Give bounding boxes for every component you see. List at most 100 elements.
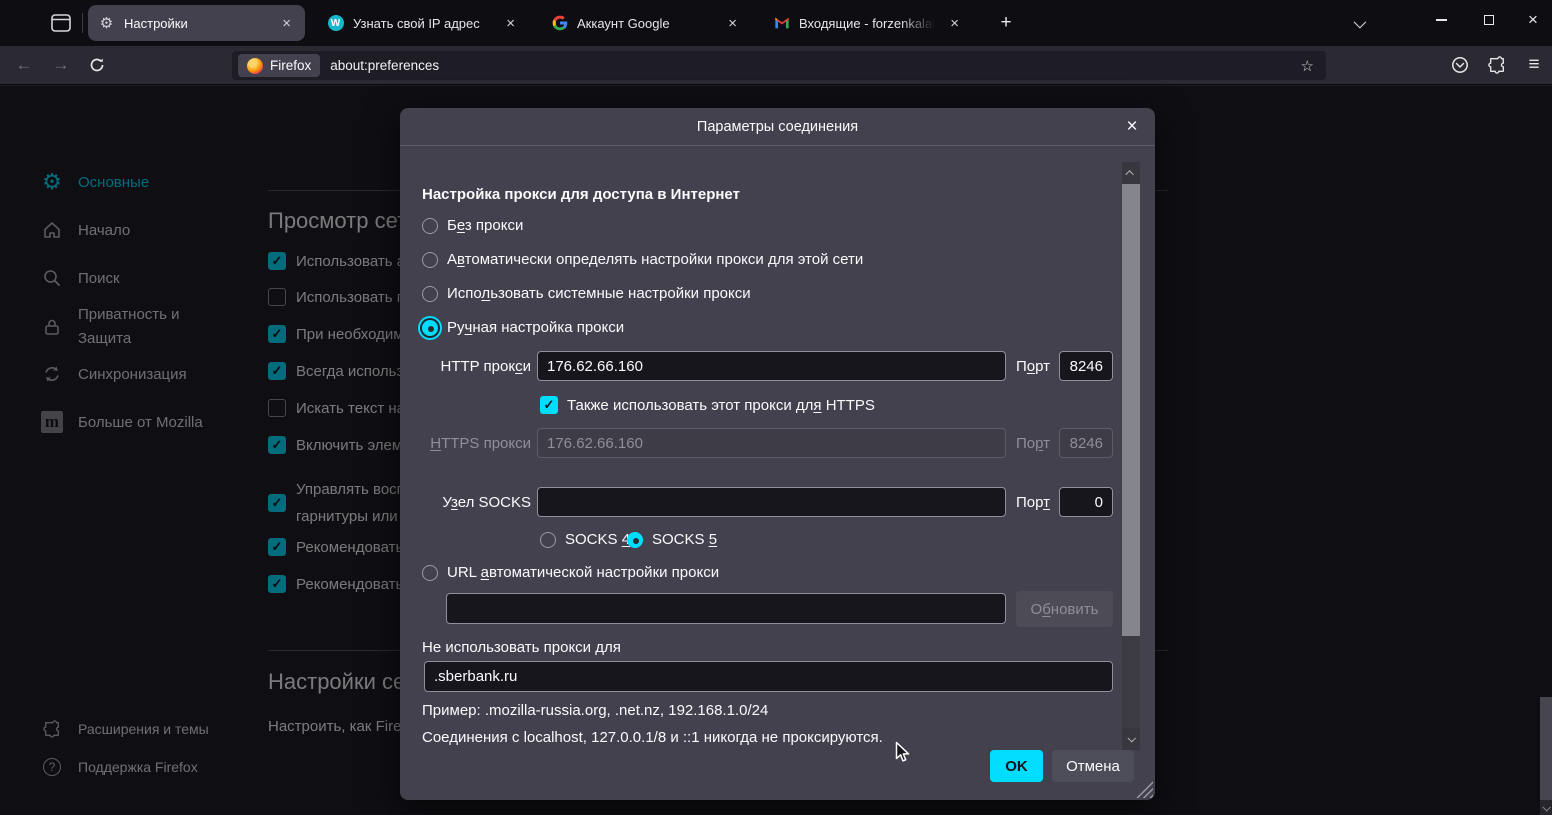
http-port-label: Порт [1016, 358, 1050, 375]
radio-label: Автоматически определять настройки прокс… [447, 251, 863, 268]
tab-bar: ⚙ Настройки × W Узнать свой IP адрес × А… [0, 0, 1552, 46]
radio-button[interactable] [422, 565, 438, 581]
tab-separator [82, 13, 83, 33]
socks-port-label: Порт [1016, 494, 1050, 511]
dialog-scrollbar-thumb[interactable] [1122, 184, 1140, 636]
pocket-button[interactable] [1444, 50, 1476, 80]
puzzle-icon [1488, 56, 1506, 74]
google-icon [551, 15, 568, 32]
window-minimize-button[interactable] [1419, 0, 1463, 40]
firefox-view-icon [51, 14, 71, 32]
no-proxy-label: Не использовать прокси для [422, 639, 621, 656]
radio-system-proxy[interactable]: Использовать системные настройки прокси [422, 285, 751, 302]
pocket-icon [1451, 56, 1469, 74]
site-identity-chip[interactable]: Firefox [238, 54, 320, 77]
chip-label: Firefox [270, 58, 311, 73]
dialog-resize-grip[interactable] [1133, 778, 1153, 798]
dialog-scrollbar[interactable] [1122, 162, 1140, 750]
tab-close-button[interactable]: × [724, 14, 741, 33]
ok-button[interactable]: OK [990, 750, 1043, 782]
tab-strip: ⚙ Настройки × W Узнать свой IP адрес × А… [88, 5, 973, 41]
page-scrollbar-thumb[interactable] [1540, 697, 1552, 800]
radio-autoconfig-url[interactable]: URL автоматической настройки прокси [422, 564, 719, 581]
scroll-up-button[interactable] [1122, 162, 1140, 184]
cancel-button[interactable]: Отмена [1052, 750, 1134, 782]
gear-icon: ⚙ [98, 15, 115, 32]
http-proxy-row: HTTP прокси Порт [422, 351, 1113, 381]
tab-gmail-inbox[interactable]: Входящие - forzenkalab@gmai × [763, 5, 973, 41]
window-close-button[interactable]: × [1511, 0, 1552, 40]
radio-label: Использовать системные настройки прокси [447, 285, 751, 302]
example-text: Пример: .mozilla-russia.org, .net.nz, 19… [422, 702, 768, 719]
tab-ip-address[interactable]: W Узнать свой IP адрес × [317, 5, 529, 41]
no-proxy-input[interactable] [424, 661, 1113, 692]
dialog-title: Параметры соединения [697, 119, 858, 135]
radio-button[interactable] [422, 252, 438, 268]
use-for-https-row[interactable]: Также использовать этот прокси для HTTPS [540, 396, 875, 414]
radio-button[interactable] [422, 286, 438, 302]
radio-label: Без прокси [447, 217, 523, 234]
tab-title: Аккаунт Google [577, 16, 716, 31]
reload-button[interactable] [81, 50, 113, 80]
radio-button[interactable] [627, 532, 643, 548]
https-proxy-input [537, 428, 1006, 458]
tab-close-button[interactable]: × [502, 14, 519, 33]
https-proxy-label: HTTPS прокси [422, 435, 537, 452]
page-scrollbar-down-button[interactable] [1540, 800, 1552, 815]
radio-auto-detect[interactable]: Автоматически определять настройки прокс… [422, 251, 863, 268]
window-maximize-button[interactable] [1467, 0, 1511, 40]
connection-settings-dialog: Параметры соединения × Настройка прокси … [400, 108, 1155, 800]
minimize-icon [1436, 19, 1447, 20]
dialog-titlebar: Параметры соединения × [400, 108, 1155, 146]
reload-pac-button: Обновить [1016, 591, 1113, 627]
gmail-icon [773, 15, 790, 32]
firefox-view-button[interactable] [48, 11, 74, 35]
tab-settings[interactable]: ⚙ Настройки × [88, 5, 305, 41]
radio-button[interactable] [422, 320, 438, 336]
https-port-input [1059, 428, 1113, 458]
dialog-close-button[interactable]: × [1119, 115, 1145, 139]
url-text: about:preferences [330, 58, 1294, 73]
tab-title: Входящие - forzenkalab@gmai [799, 16, 938, 31]
whoer-icon: W [327, 15, 344, 32]
chevron-down-icon [1542, 803, 1550, 811]
reload-icon [89, 57, 105, 73]
socks-port-input[interactable] [1059, 487, 1113, 517]
firefox-logo-icon [247, 58, 263, 74]
chevron-up-icon [1125, 170, 1133, 178]
radio-manual-proxy[interactable]: Ручная настройка прокси [422, 319, 624, 336]
scroll-down-button[interactable] [1122, 728, 1140, 750]
mouse-cursor [895, 741, 912, 769]
url-bar[interactable]: Firefox about:preferences ☆ [232, 51, 1326, 80]
socks-host-input[interactable] [537, 487, 1006, 517]
socks-host-row: Узел SOCKS Порт [422, 487, 1113, 517]
http-port-input[interactable] [1059, 351, 1113, 381]
tab-close-button[interactable]: × [278, 14, 295, 33]
list-all-tabs-button[interactable] [1346, 12, 1370, 34]
radio-socks4[interactable]: SOCKS 4 [540, 531, 630, 548]
radio-label: SOCKS 4 [565, 531, 630, 548]
radio-no-proxy[interactable]: Без прокси [422, 217, 523, 234]
radio-button[interactable] [422, 218, 438, 234]
https-port-label: Порт [1016, 435, 1050, 452]
menu-button[interactable]: ≡ [1518, 50, 1550, 80]
tab-title: Узнать свой IP адрес [353, 16, 494, 31]
autoconfig-url-input[interactable] [446, 593, 1006, 624]
new-tab-button[interactable]: + [992, 10, 1020, 36]
radio-button[interactable] [540, 532, 556, 548]
proxy-section-heading: Настройка прокси для доступа в Интернет [422, 186, 740, 203]
back-button[interactable]: ← [8, 50, 40, 80]
tab-title: Настройки [124, 16, 270, 31]
extensions-button[interactable] [1481, 50, 1513, 80]
tab-close-button[interactable]: × [946, 14, 963, 33]
radio-socks5[interactable]: SOCKS 5 [627, 531, 717, 548]
http-proxy-input[interactable] [537, 351, 1006, 381]
bookmark-star-button[interactable]: ☆ [1295, 57, 1320, 75]
chevron-down-icon [1353, 15, 1366, 28]
checkbox[interactable] [540, 396, 558, 414]
tab-google-account[interactable]: Аккаунт Google × [541, 5, 751, 41]
localhost-note-text: Соединения с localhost, 127.0.0.1/8 и ::… [422, 729, 883, 746]
forward-button[interactable]: → [45, 50, 77, 80]
chevron-down-icon [1127, 734, 1135, 742]
radio-label: URL автоматической настройки прокси [447, 564, 719, 581]
